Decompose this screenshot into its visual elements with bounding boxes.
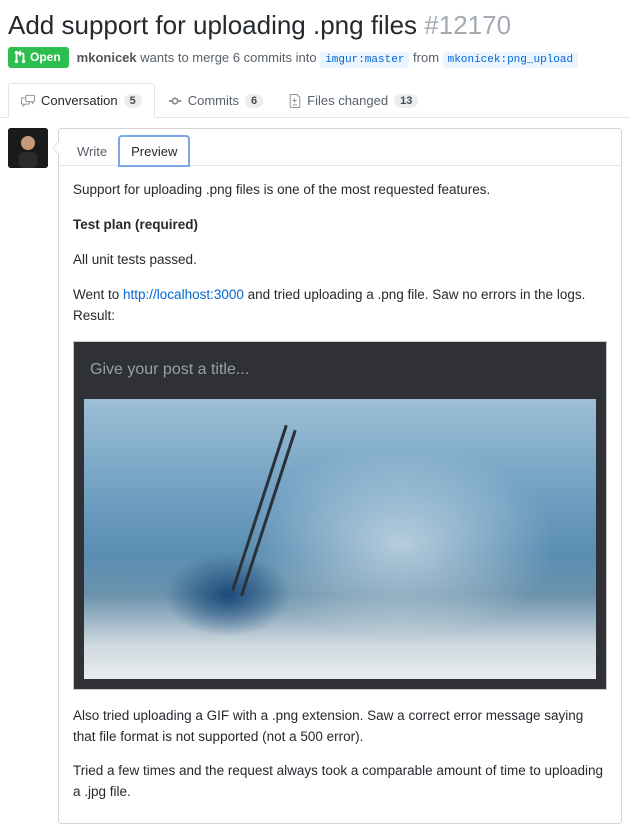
comment-p1: Support for uploading .png files is one …	[73, 180, 607, 201]
comment-p5: Tried a few times and the request always…	[73, 761, 607, 803]
comment-preview-body: Support for uploading .png files is one …	[59, 166, 621, 823]
git-commit-icon	[168, 94, 182, 108]
comment-p2: All unit tests passed.	[73, 250, 607, 271]
tab-files-count: 13	[394, 94, 418, 108]
state-label: Open	[30, 50, 61, 64]
head-branch-chip[interactable]: mkonicek:png_upload	[443, 52, 578, 68]
pr-meta: Open mkonicek wants to merge 6 commits i…	[8, 47, 622, 68]
pr-tabs: Conversation 5 Commits 6 Files changed 1…	[0, 82, 630, 118]
comment-editor: Write Preview Support for uploading .png…	[58, 128, 622, 824]
file-diff-icon	[289, 94, 301, 108]
tab-commits-count: 6	[245, 94, 263, 108]
state-badge-open: Open	[8, 47, 69, 68]
uploaded-image-preview	[84, 399, 596, 679]
comment-discussion-icon	[21, 94, 35, 108]
tab-files-label: Files changed	[307, 93, 388, 108]
git-pull-request-icon	[14, 50, 26, 64]
tab-files[interactable]: Files changed 13	[276, 83, 431, 118]
pr-author[interactable]: mkonicek	[77, 50, 137, 65]
comment-heading: Test plan (required)	[73, 217, 198, 232]
tab-commits-label: Commits	[188, 93, 239, 108]
pr-merge-summary: mkonicek wants to merge 6 commits into i…	[77, 50, 578, 66]
comment-p3: Went to http://localhost:3000 and tried …	[73, 285, 607, 327]
base-branch-chip[interactable]: imgur:master	[320, 52, 409, 68]
tab-conversation-count: 5	[124, 94, 142, 108]
editor-tab-preview[interactable]: Preview	[119, 136, 189, 166]
pr-title-text: Add support for uploading .png files	[8, 10, 417, 40]
pr-title: Add support for uploading .png files #12…	[8, 10, 622, 41]
embed-title-placeholder: Give your post a title...	[74, 342, 606, 399]
pr-number: #12170	[424, 10, 511, 40]
editor-tabs: Write Preview	[59, 129, 621, 166]
tab-commits[interactable]: Commits 6	[155, 83, 276, 118]
avatar[interactable]	[8, 128, 48, 168]
tab-conversation-label: Conversation	[41, 93, 118, 108]
comment-p4: Also tried uploading a GIF with a .png e…	[73, 706, 607, 748]
tab-conversation[interactable]: Conversation 5	[8, 83, 155, 118]
localhost-link[interactable]: http://localhost:3000	[123, 287, 244, 302]
embedded-screenshot: Give your post a title...	[73, 341, 607, 690]
editor-tab-write[interactable]: Write	[65, 136, 119, 166]
